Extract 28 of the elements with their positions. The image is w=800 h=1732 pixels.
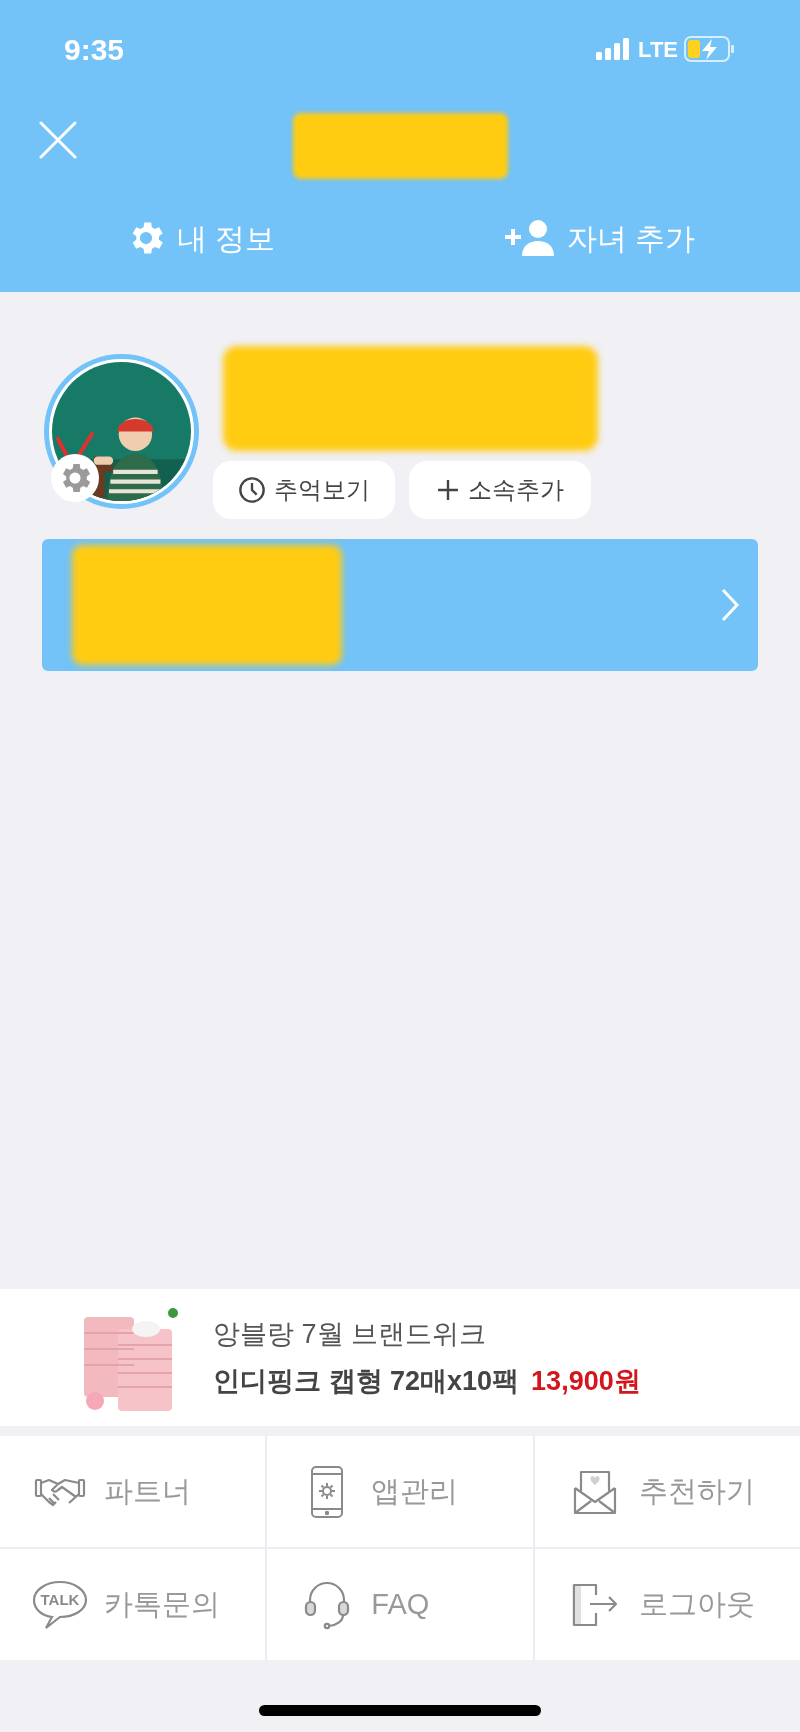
clock-icon [238,476,266,504]
menu-item[interactable]: 앱관리 [267,1436,533,1547]
header-action[interactable]: 자녀 추가 [400,190,800,292]
settings-badge[interactable] [51,454,99,502]
menu-item[interactable]: 로그아웃 [534,1549,800,1660]
ad-price: 13,900원 [531,1364,641,1398]
headset-icon [304,1579,351,1630]
add-person-icon [504,218,557,258]
smartphone-gear-icon [310,1464,345,1519]
ad-title: 앙블랑 7월 브랜드위크 [213,1318,488,1351]
menu-item[interactable]: 파트너 [0,1436,266,1547]
menu-item[interactable]: TALK 카톡문의 [0,1549,266,1660]
plus-icon [436,478,460,502]
menu-item[interactable]: 추천하기 [534,1436,800,1547]
menu-item[interactable]: FAQ [267,1549,533,1660]
envelope-heart-icon [572,1468,617,1515]
header-action[interactable]: 내 정보 [0,190,400,292]
chevron-right-icon [720,587,740,623]
pill-button[interactable]: 추억보기 [213,461,395,519]
pill-button[interactable]: 소속추가 [409,461,591,519]
battery-charging-icon [684,36,736,62]
network-label: LTE [638,35,678,64]
ad-product: 인디핑크 캡형 72매x10팩 [213,1364,520,1398]
status-time: 9:35 [64,31,125,68]
ad-banner[interactable]: 앙블랑 7월 브랜드위크 인디핑크 캡형 72매x10팩 13,900원 [0,1289,800,1426]
talk-label: TALK [39,1591,81,1607]
logout-icon [571,1582,618,1627]
close-icon [39,121,77,159]
